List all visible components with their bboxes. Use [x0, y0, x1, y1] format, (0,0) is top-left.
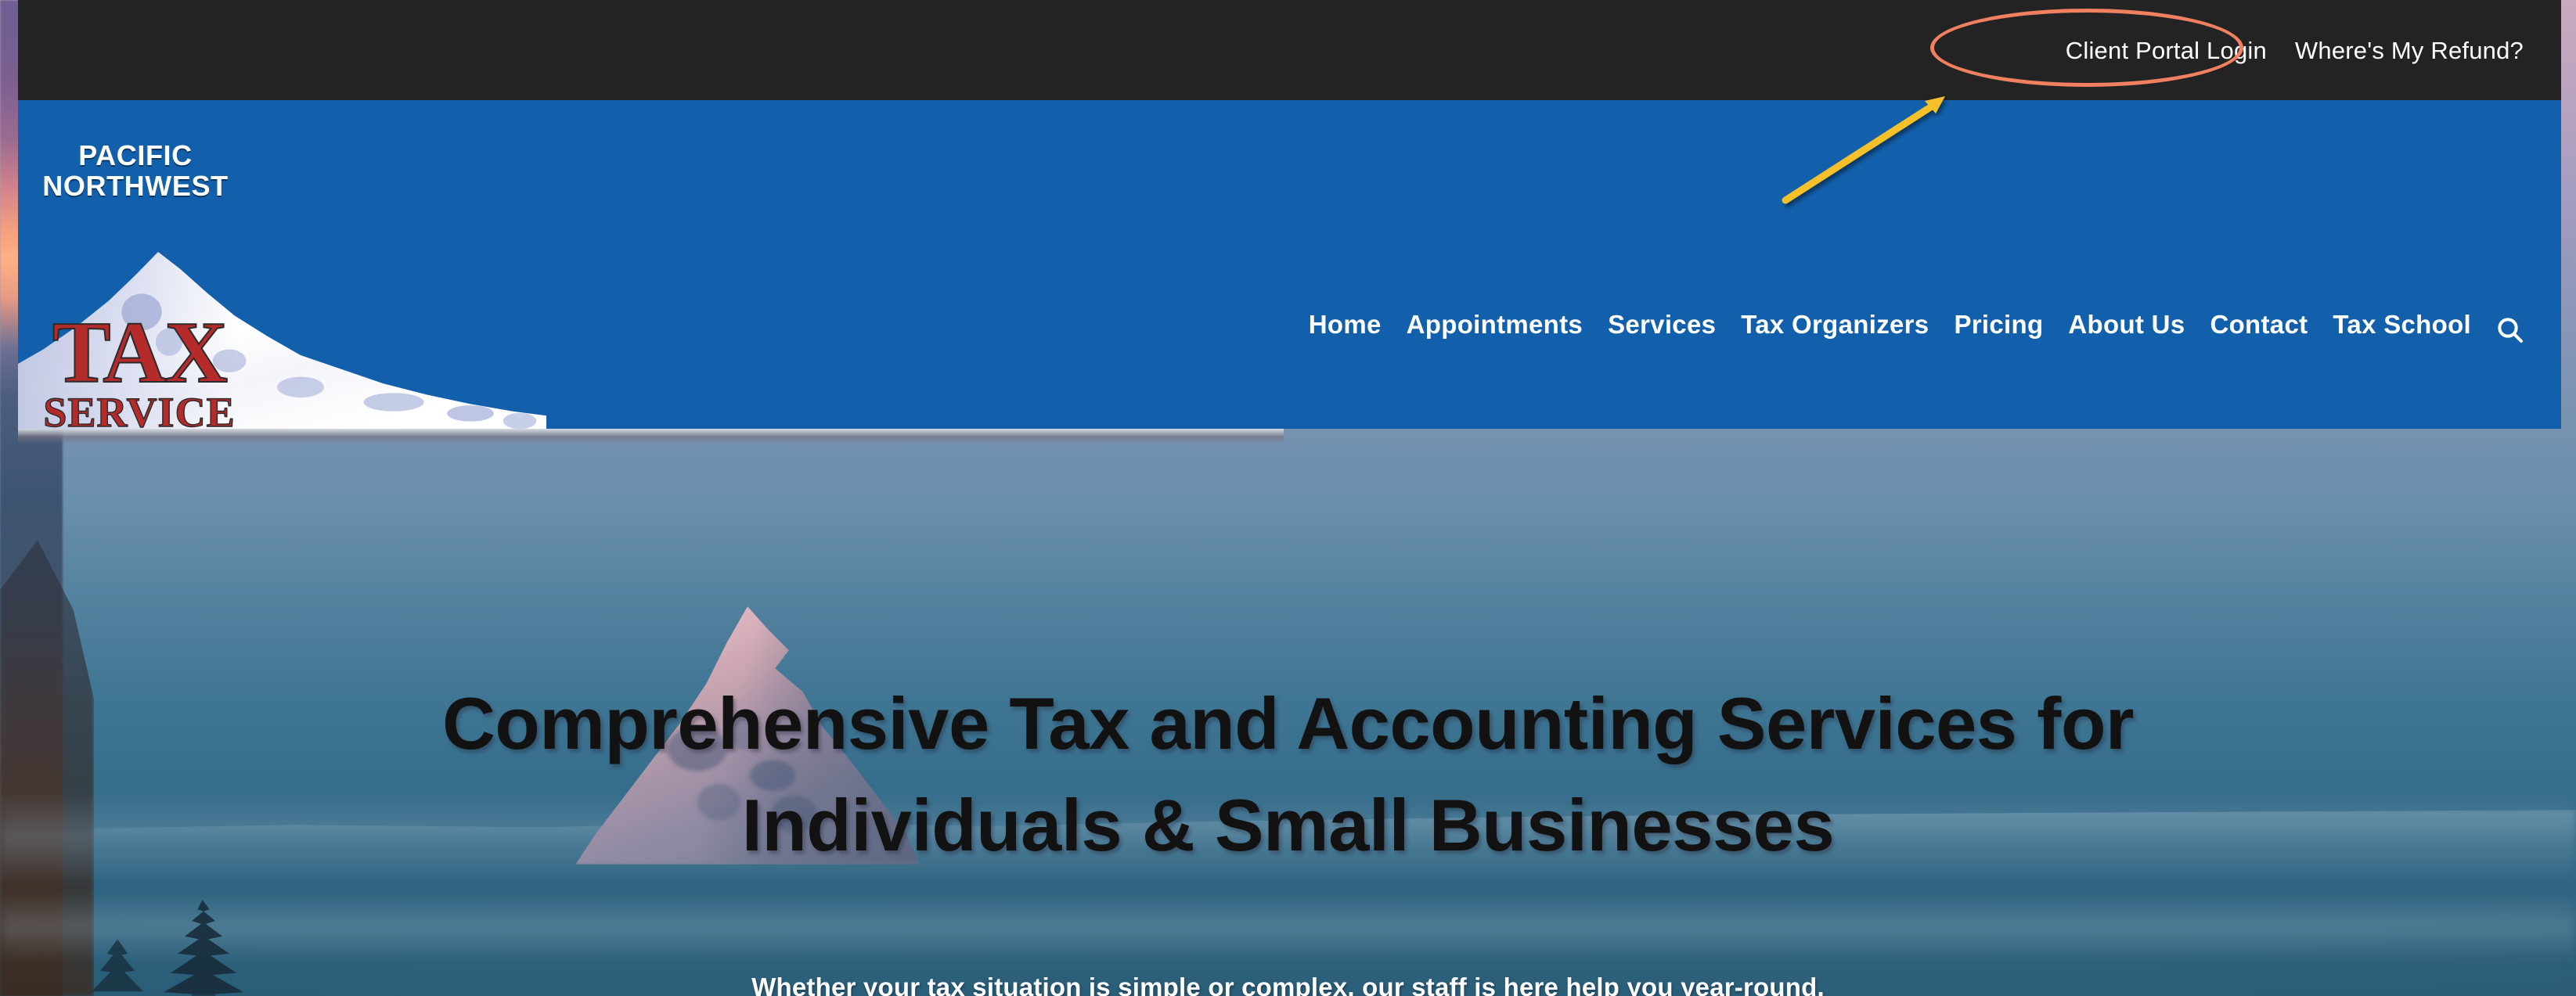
page-title: Comprehensive Tax and Accounting Service…: [0, 673, 2576, 876]
search-icon[interactable]: [2493, 313, 2527, 347]
top-utility-bar: Client Portal Login Where's My Refund?: [18, 0, 2561, 100]
logo-word-service: SERVICE: [43, 389, 236, 429]
top-utility-links: Client Portal Login Where's My Refund?: [2052, 0, 2538, 100]
logo-word-tax: TAX: [52, 304, 229, 401]
hero-subheading: Whether your tax situation is simple or …: [751, 973, 1825, 996]
nav-item-pricing[interactable]: Pricing: [1941, 310, 2055, 340]
hero-heading-line1: Comprehensive Tax and Accounting Service…: [442, 682, 2134, 764]
wheres-my-refund-link[interactable]: Where's My Refund?: [2281, 38, 2538, 63]
hero-heading-block: Comprehensive Tax and Accounting Service…: [0, 673, 2576, 876]
nav-item-contact[interactable]: Contact: [2197, 310, 2320, 340]
nav-item-services[interactable]: Services: [1595, 310, 1728, 340]
logo-brand-lines: PACIFIC NORTHWEST: [18, 139, 253, 202]
site-logo[interactable]: PACIFIC NORTHWEST TAX SERVICE: [18, 103, 546, 429]
nav-item-appointments[interactable]: Appointments: [1394, 310, 1595, 340]
client-portal-login-link[interactable]: Client Portal Login: [2052, 38, 2281, 63]
nav-item-about-us[interactable]: About Us: [2055, 310, 2197, 340]
logo-brand-line2: NORTHWEST: [42, 169, 229, 202]
hero-heading-line2: Individuals & Small Businesses: [741, 783, 1835, 866]
nav-item-tax-organizers[interactable]: Tax Organizers: [1728, 310, 1941, 340]
page-root: Client Portal Login Where's My Refund? P…: [0, 0, 2576, 996]
nav-item-home[interactable]: Home: [1296, 310, 1394, 340]
header-drop-shadow: [18, 429, 1284, 444]
nav-item-tax-school[interactable]: Tax School: [2320, 310, 2484, 340]
main-navigation: Home Appointments Services Tax Organizer…: [1296, 297, 2484, 352]
logo-brand-line1: PACIFIC: [78, 139, 193, 171]
